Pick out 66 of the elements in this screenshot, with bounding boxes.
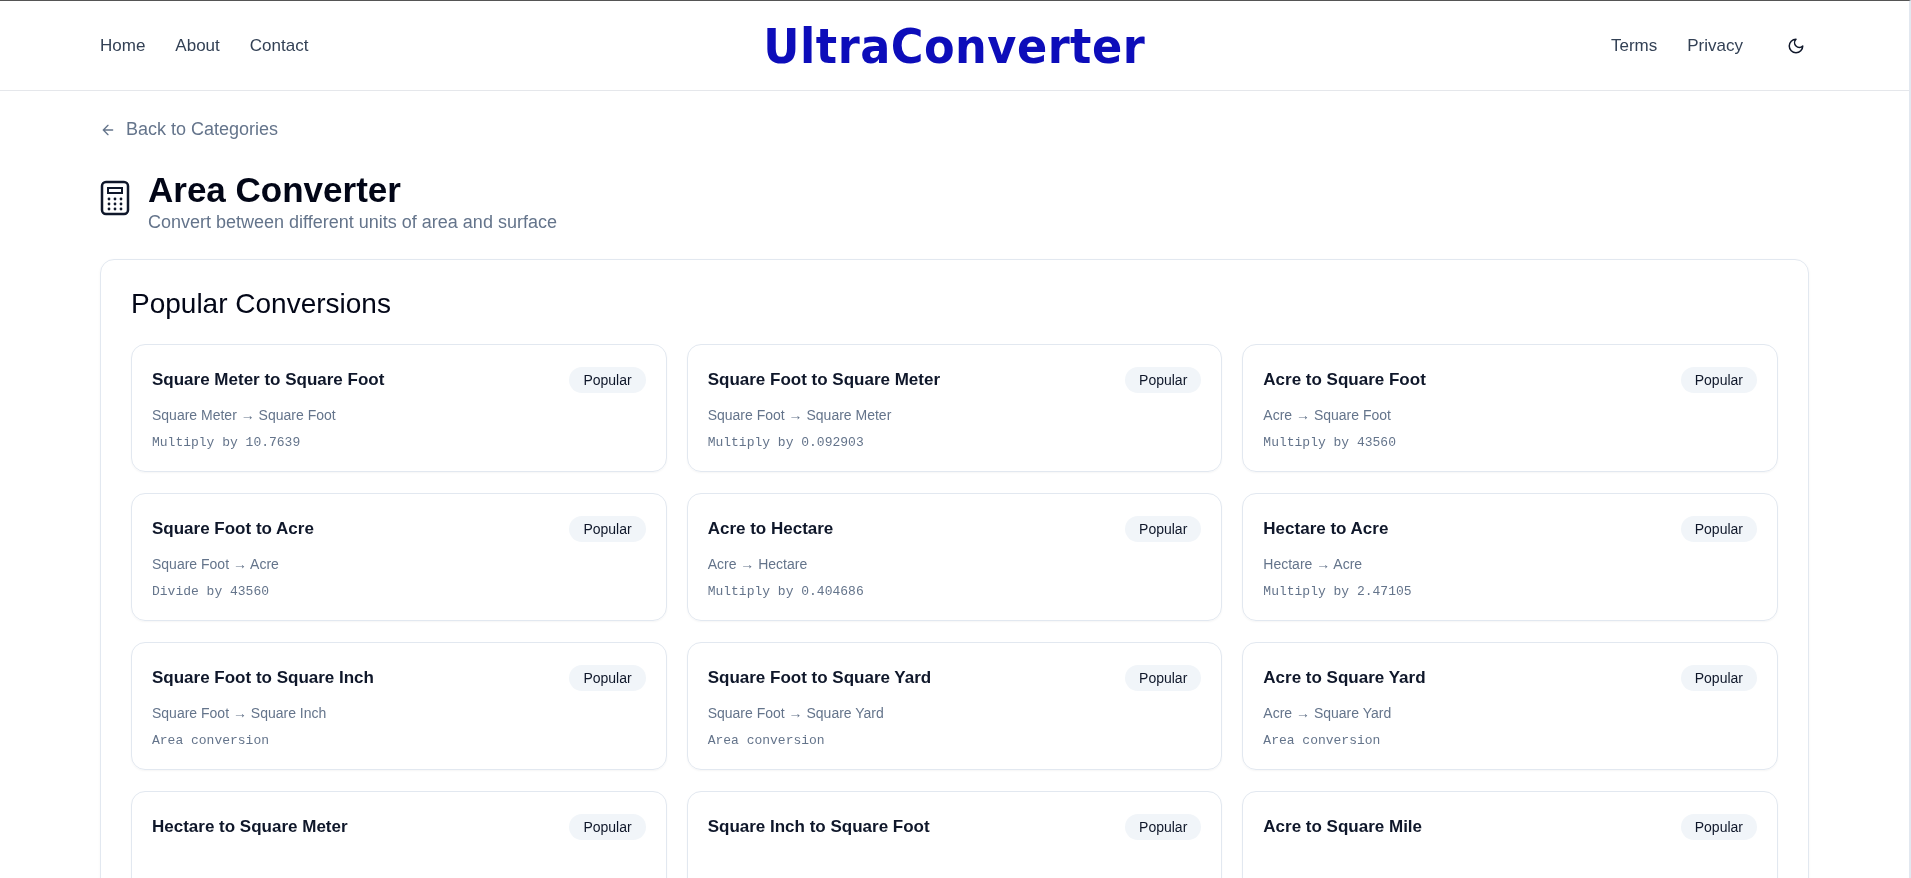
unit-pair: Square Foot → Square Yard (707, 704, 885, 721)
unit-pair: Square Foot → Square Meter (707, 406, 893, 423)
conversion-formula: Divide by 43560 (152, 583, 271, 599)
card-title: Square Foot to Square Meter (707, 369, 941, 390)
unit-pair: Acre → Square Yard (1263, 704, 1393, 721)
popular-badge: Popular (569, 366, 646, 393)
unit-pair: Square Foot → Square Inch (152, 704, 328, 721)
conversion-card[interactable]: Square Foot to Acre Popular Square Foot → Acre Divide by 43560 (131, 492, 667, 621)
popular-badge: Popular (1125, 515, 1202, 542)
card-title: Square Foot to Square Inch (152, 667, 374, 688)
calculator-icon (100, 179, 130, 216)
popular-badge: Popular (1680, 366, 1757, 393)
page-title: Area Converter (148, 169, 402, 210)
card-title: Hectare to Acre (1263, 518, 1389, 539)
nav-link[interactable]: Contact (249, 35, 309, 56)
unit-pair: Square Meter → Square Foot (152, 406, 337, 423)
popular-badge: Popular (1125, 366, 1202, 393)
popular-badge: Popular (1680, 813, 1757, 840)
popular-badge: Popular (1680, 664, 1757, 691)
conversion-card[interactable]: Acre to Square Mile Popular (1242, 790, 1778, 878)
card-title: Acre to Hectare (707, 518, 834, 539)
conversion-card[interactable]: Square Foot to Square Meter Popular Square Foot → Square Meter Multiply by 0.092903 (686, 343, 1223, 472)
conversion-card[interactable]: Acre to Square Foot Popular Acre → Square Foot Multiply by 43560 (1242, 343, 1778, 472)
section-heading: Popular Conversions (131, 287, 392, 320)
conversion-formula: Multiply by 0.092903 (707, 434, 865, 450)
conversion-formula: Area conversion (1263, 732, 1382, 748)
card-title: Square Foot to Acre (152, 518, 314, 539)
back-link[interactable]: Back to Categories (100, 119, 279, 140)
conversion-card[interactable]: Acre to Square Yard Popular Acre → Square Yard Area conversion (1242, 641, 1778, 770)
conversion-card[interactable]: Square Foot to Square Yard Popular Square Foot → Square Yard Area conversion (686, 641, 1223, 770)
unit-pair: Hectare → Acre (1263, 555, 1364, 572)
conversion-formula: Area conversion (152, 732, 271, 748)
conversion-formula: Multiply by 0.404686 (707, 583, 865, 599)
conversion-card[interactable]: Hectare to Acre Popular Hectare → Acre Multiply by 2.47105 (1242, 492, 1778, 621)
nav-link[interactable]: Terms (1611, 35, 1658, 56)
card-title: Square Foot to Square Yard (707, 667, 932, 688)
card-title: Hectare to Square Meter (152, 816, 348, 837)
nav-link[interactable]: Home (100, 35, 146, 56)
conversion-formula: Multiply by 10.7639 (152, 434, 302, 450)
conversion-formula: Multiply by 43560 (1263, 434, 1397, 450)
moon-icon (1787, 36, 1805, 55)
conversion-card[interactable]: Square Foot to Square Inch Popular Square Foot → Square Inch Area conversion (131, 641, 667, 770)
popular-badge: Popular (1125, 664, 1202, 691)
popular-badge: Popular (569, 515, 646, 542)
conversion-card[interactable]: Hectare to Square Meter Popular (131, 790, 667, 878)
card-title: Acre to Square Yard (1263, 667, 1426, 688)
unit-pair: Acre → Square Foot (1263, 406, 1392, 423)
conversion-card[interactable]: Acre to Hectare Popular Acre → Hectare Multiply by 0.404686 (686, 492, 1223, 621)
conversion-formula: Area conversion (707, 732, 826, 748)
popular-badge: Popular (1680, 515, 1757, 542)
nav-link[interactable]: Privacy (1687, 35, 1743, 56)
unit-pair: Acre → Hectare (707, 555, 809, 572)
card-title: Square Inch to Square Foot (707, 816, 930, 837)
nav-link[interactable]: About (175, 35, 220, 56)
card-title: Square Meter to Square Foot (152, 369, 385, 390)
conversion-card[interactable]: Square Meter to Square Foot Popular Square Meter → Square Foot Multiply by 10.7639 (131, 343, 667, 472)
card-title: Acre to Square Foot (1263, 369, 1426, 390)
conversion-card[interactable]: Square Inch to Square Foot Popular (686, 790, 1223, 878)
popular-badge: Popular (569, 813, 646, 840)
popular-badge: Popular (1125, 813, 1202, 840)
popular-badge: Popular (569, 664, 646, 691)
site-logo[interactable]: UltraConverter (763, 17, 1146, 74)
card-title: Acre to Square Mile (1263, 816, 1423, 837)
unit-pair: Square Foot → Acre (152, 555, 280, 572)
page-subtitle: Convert between different units of area and surface (148, 211, 557, 233)
conversion-formula: Multiply by 2.47105 (1263, 583, 1413, 599)
